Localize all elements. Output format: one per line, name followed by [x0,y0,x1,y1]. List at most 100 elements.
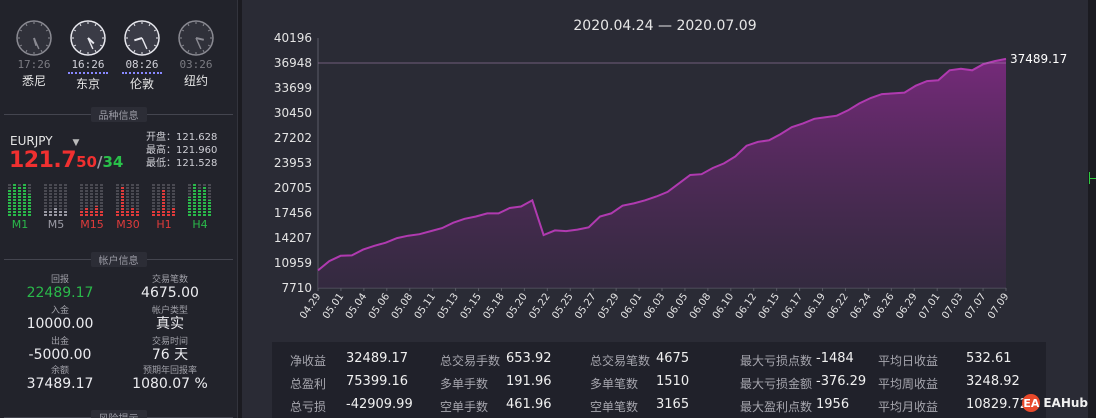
logo-badge: EA [1022,394,1041,412]
stat-label: 总交易手数 [440,352,501,369]
stat-key: 平均周收益 [878,377,939,391]
type-caption: 帐户类型 [151,306,188,316]
meter-fill [85,208,88,216]
x-tick-label: 06.26 [871,291,896,321]
stat-value: 10829.72 [966,397,1028,412]
stat-key: 空单手数 [440,400,489,414]
stat-label: 最大亏损金额 [740,375,813,392]
symbol-name: EURJPY [10,134,53,148]
account-withdraw: 出金 -5000.00 [12,334,108,363]
x-tick-label: 05.15 [459,291,484,321]
logo-text: EAHub [1043,396,1088,410]
meter-fill [203,187,206,216]
annual-caption: 预期年回报率 [142,366,197,376]
bid-ask-quote: 121.750/34 [9,148,123,173]
stat-value: 1510 [656,374,689,389]
meter-fill [54,208,57,216]
section-account-header: 帐户信息 [0,252,237,267]
annual-value: 1080.07 % [132,376,208,392]
clock-city: 悉尼 [21,74,46,88]
balance-caption: 余额 [50,366,69,376]
bid-price-main: 121.7 [9,148,77,173]
meter-fill [198,190,201,216]
x-tick-label: 05.25 [550,291,575,321]
timeframe-m1[interactable]: M1 [8,184,32,231]
trades-value: 4675.00 [141,285,199,301]
trades-caption: 交易笔数 [151,275,188,285]
section-label: 品种信息 [90,107,147,122]
chevron-down-icon[interactable]: ▼ [73,138,80,148]
stat-number: 32489.17 [346,351,409,366]
x-tick-label: 06.03 [642,291,667,321]
clock-icon [16,20,52,56]
y-tick-label: 10959 [274,256,312,270]
stat-key: 总盈利 [290,377,327,391]
world-clocks: 17:26 悉尼 16:26 东京 08:26 伦敦 03:26 纽约 [14,20,228,98]
open-price: 开盘：121.628 [146,132,218,143]
x-tick-label: 06.22 [825,291,850,321]
stat-label: 平均周收益 [878,375,939,392]
strength-meter [44,184,68,216]
y-tick-label: 33699 [274,81,312,95]
eahub-logo: EA EAHub [1022,394,1088,412]
stat-value: 1956 [816,397,849,412]
meter-fill [136,210,139,216]
y-tick-label: 23953 [274,156,312,170]
time-value: 76 天 [151,347,189,363]
x-tick-label: 06.17 [780,291,805,321]
deposit-caption: 入金 [50,306,69,316]
stat-number: 653.92 [506,351,552,366]
stat-key: 总交易笔数 [590,354,651,368]
stat-value: 191.96 [506,374,552,389]
clock-time: 17:26 [17,58,51,71]
timeframe-m5[interactable]: M5 [44,184,68,231]
timeframe-m30[interactable]: M30 [116,184,140,231]
stat-number: -376.29 [816,374,867,389]
timeframe-strength-meters: M1 M5 M15 M30 H1 H4 [8,184,228,234]
statistics-table: 净收益 32489.17 总盈利 75399.16 总亏损 -42909.99 总交易手数 6… [272,342,1046,418]
x-tick-label: 06.01 [619,291,644,321]
time-caption: 交易时间 [151,337,188,347]
meter-fill [167,210,170,216]
left-panel: 17:26 悉尼 16:26 东京 08:26 伦敦 03:26 纽约 品种信息… [0,0,238,418]
meter-fill [90,210,93,216]
meter-fill [188,197,191,216]
account-trading-time: 交易时间 76 天 [122,334,218,363]
meter-fill [172,208,175,216]
stat-value: 532.61 [966,351,1012,366]
account-balance: 余额 37489.17 [12,363,108,392]
stat-label: 最大亏损点数 [740,352,812,369]
meter-fill [193,184,196,216]
timeframe-label: M30 [116,218,140,231]
x-tick-label: 05.01 [321,291,346,321]
clock-time: 16:26 [68,58,108,74]
bid-price-pips: 50 [76,153,97,171]
withdraw-value: -5000.00 [28,347,92,363]
clock-3: 03:26 纽约 [176,20,216,89]
stat-number: 4675 [656,351,690,366]
stat-key: 总交易手数 [440,354,501,368]
x-tick-label: 05.29 [596,291,621,321]
x-tick-label: 06.24 [848,291,873,321]
low-price: 最低：121.528 [146,158,218,169]
balance-value: 37489.17 [26,376,94,392]
meter-fill [162,190,165,216]
clock-city: 东京 [75,77,100,91]
clock-icon [124,20,160,56]
timeframe-m15[interactable]: M15 [80,184,104,231]
y-tick-label: 17456 [274,206,312,220]
stat-value: -1484 [816,351,854,366]
stat-number: 191.96 [506,374,552,389]
section-instrument-header: 品种信息 [0,107,237,122]
timeframe-h1[interactable]: H1 [152,184,176,231]
timeframe-label: M5 [47,218,65,231]
stat-value: -376.29 [816,374,866,389]
stat-label: 总亏损 [290,398,346,415]
account-return: 回报 22489.17 [12,272,108,301]
stat-label: 平均月收益 [878,398,938,415]
timeframe-h4[interactable]: H4 [188,184,212,231]
symbol-selector[interactable]: EURJPY ▼ [10,134,79,148]
stat-key: 平均日收益 [878,354,939,368]
stat-key: 最大亏损金额 [740,377,813,391]
meter-fill [13,184,16,216]
